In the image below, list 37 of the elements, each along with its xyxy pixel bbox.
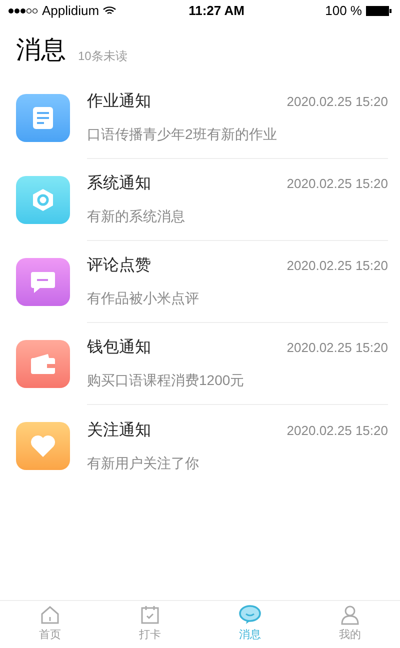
message-title: 系统通知 [87, 174, 151, 194]
message-time: 2020.02.25 15:20 [286, 175, 388, 194]
chat-bubble-icon [239, 605, 261, 626]
hexagon-nut-icon [31, 188, 55, 212]
chat-bubble-icon [30, 270, 56, 294]
message-preview: 有新用户关注了你 [87, 454, 200, 472]
person-icon [340, 605, 360, 626]
signal-icon [8, 8, 38, 14]
message-preview: 有新的系统消息 [87, 207, 186, 226]
heart-icon [30, 434, 56, 458]
message-item[interactable]: 关注通知 2020.02.25 15:20 有新用户关注了你 [0, 405, 400, 487]
message-time: 2020.02.25 15:20 [286, 257, 388, 276]
battery-icon [366, 6, 392, 16]
page-title: 消息 [16, 38, 66, 63]
message-item[interactable]: 系统通知 2020.02.25 15:20 有新的系统消息 [0, 159, 400, 241]
message-title: 评论点赞 [87, 256, 151, 276]
message-preview: 购买口语课程消费1200元 [87, 371, 246, 390]
message-preview: 口语传播青少年2班有新的作业 [87, 125, 278, 144]
message-time: 2020.02.25 15:20 [286, 93, 388, 112]
calendar-check-icon [140, 605, 160, 626]
message-title: 钱包通知 [87, 338, 151, 358]
message-item[interactable]: 作业通知 2020.02.25 15:20 口语传播青少年2班有新的作业 [0, 77, 400, 159]
message-title: 关注通知 [87, 420, 151, 440]
battery-percent: 100 % [325, 2, 362, 20]
carrier-name: Applidium [42, 2, 100, 20]
document-icon [32, 106, 54, 130]
message-time: 2020.02.25 15:20 [286, 422, 388, 440]
wallet-icon [30, 353, 56, 375]
message-time: 2020.02.25 15:20 [286, 339, 388, 358]
home-icon [40, 605, 60, 626]
message-preview: 有作品被小米点评 [87, 289, 200, 308]
message-item[interactable]: 评论点赞 2020.02.25 15:20 有作品被小米点评 [0, 241, 400, 323]
message-title: 作业通知 [87, 92, 151, 112]
status-time: 11:27 AM [188, 2, 246, 20]
wifi-icon [103, 6, 116, 16]
message-item[interactable]: 钱包通知 2020.02.25 15:20 购买口语课程消费1200元 [0, 323, 400, 405]
unread-count: 10条未读 [78, 50, 128, 63]
